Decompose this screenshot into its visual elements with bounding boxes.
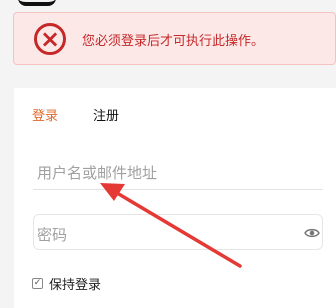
x-circle-icon: × [34,23,66,55]
page-heading-strip [0,0,336,10]
remember-label: 保持登录 [49,278,102,293]
tab-register[interactable]: 注册 [93,108,119,126]
eye-icon[interactable] [304,225,320,241]
password-input[interactable]: 密码 [33,214,323,250]
tab-login[interactable]: 登录 [32,108,58,126]
heading-fragment [18,0,56,6]
remember-checkbox[interactable]: ✓ [32,278,43,289]
alert-message: 您必须登录后才可执行此操作。 [82,34,265,49]
password-placeholder: 密码 [37,226,68,244]
login-card: 登录 注册 用户名或邮件地址 密码 ✓ 保持登录 [14,88,336,308]
remember-me[interactable]: ✓ 保持登录 [32,274,101,293]
username-placeholder: 用户名或邮件地址 [37,164,158,182]
error-alert: × 您必须登录后才可执行此操作。 [13,12,336,65]
username-input[interactable]: 用户名或邮件地址 [33,156,323,190]
